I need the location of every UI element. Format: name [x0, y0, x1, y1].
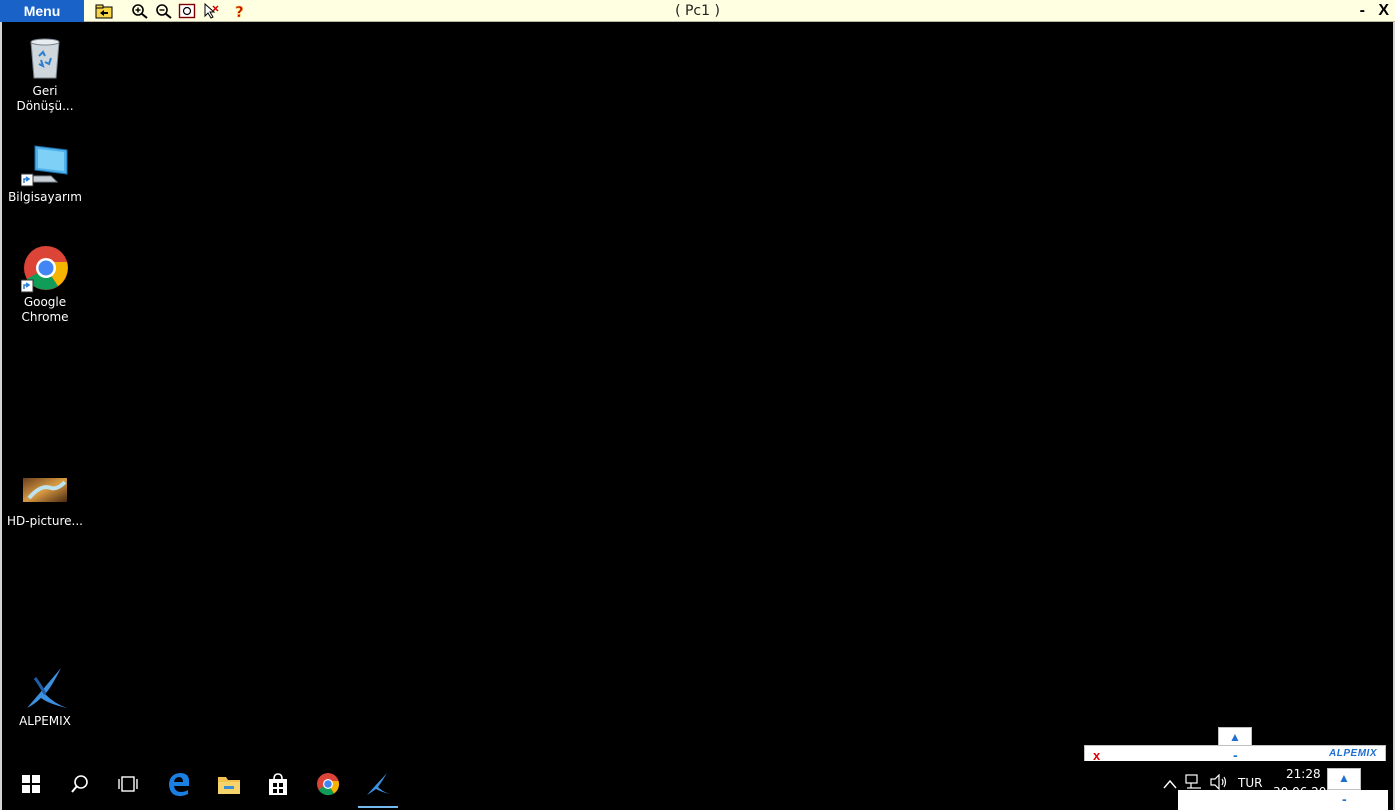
desktop-icon-recycle-bin[interactable]: Geri Dönüşü... — [5, 34, 85, 114]
up-arrow-icon: ▲ — [1229, 730, 1241, 744]
svg-text:?: ? — [235, 3, 244, 19]
pointer-icon[interactable] — [202, 2, 220, 19]
minimize-button[interactable]: - — [1360, 0, 1365, 22]
alpemix-expand-tab[interactable]: ▲ — [1327, 768, 1361, 790]
fit-screen-icon[interactable] — [178, 3, 196, 19]
desktop-icon-label: HD-picture... — [7, 514, 83, 528]
zoom-out-icon[interactable] — [155, 3, 173, 19]
active-app-indicator — [358, 806, 398, 808]
desktop-icon-label: Geri Dönüşü... — [16, 84, 74, 113]
remote-title: ( Pc1 ) — [675, 3, 720, 19]
folder-transfer-icon[interactable] — [95, 3, 113, 19]
task-view-icon — [117, 775, 139, 798]
windows-start-icon — [22, 774, 40, 798]
search-button[interactable] — [60, 768, 100, 804]
alpemix-bottom-bar — [1178, 790, 1388, 810]
store-icon — [267, 772, 289, 801]
taskbar-alpemix[interactable] — [358, 768, 398, 804]
alpemix-logo: ALPEMIX — [1329, 748, 1377, 759]
file-explorer-icon — [217, 773, 241, 800]
clock-time[interactable]: 21:28 — [1286, 767, 1321, 781]
taskbar-chrome[interactable] — [308, 768, 348, 804]
edge-icon — [167, 772, 191, 801]
zoom-in-icon[interactable] — [131, 3, 149, 19]
desktop-icon-hd-picture[interactable]: HD-picture... — [5, 470, 85, 529]
taskbar-edge[interactable] — [159, 768, 199, 804]
desktop-icon-this-pc[interactable]: Bilgisayarım — [5, 140, 85, 205]
alpemix-collapse-tab[interactable]: ▲ — [1218, 727, 1252, 747]
recycle-bin-icon — [21, 34, 69, 82]
desktop-icon-label: Google Chrome — [21, 295, 69, 324]
task-view-button[interactable] — [108, 768, 148, 804]
start-button[interactable] — [11, 768, 51, 804]
show-hidden-icons-chevron-icon[interactable] — [1163, 776, 1177, 794]
image-thumbnail-icon — [21, 474, 69, 504]
close-button[interactable]: X — [1378, 0, 1389, 22]
chrome-icon — [20, 245, 69, 293]
desktop-icon-alpemix[interactable]: ALPEMIX — [5, 664, 85, 729]
desktop-icon-google-chrome[interactable]: Google Chrome — [5, 245, 85, 325]
desktop-icon-label: Bilgisayarım — [8, 190, 82, 204]
taskbar-store[interactable] — [258, 768, 298, 804]
computer-icon — [20, 140, 69, 188]
remote-desktop[interactable]: Geri Dönüşü... Bilgisayarım Google Chrom… — [0, 22, 1395, 810]
taskbar-file-explorer[interactable] — [209, 768, 249, 804]
alpemix-bottom-minimize[interactable]: - — [1342, 791, 1347, 807]
alpemix-icon — [365, 772, 391, 801]
alpemix-icon — [21, 664, 69, 712]
desktop-icon-label: ALPEMIX — [19, 714, 71, 728]
help-icon[interactable]: ? — [231, 3, 249, 22]
remote-toolbar: Menu ? ( Pc1 ) - X — [0, 0, 1395, 22]
chrome-icon — [316, 772, 340, 801]
language-indicator[interactable]: TUR — [1238, 776, 1262, 790]
search-icon — [70, 774, 90, 799]
up-arrow-icon: ▲ — [1338, 771, 1350, 785]
menu-button[interactable]: Menu — [0, 0, 84, 22]
